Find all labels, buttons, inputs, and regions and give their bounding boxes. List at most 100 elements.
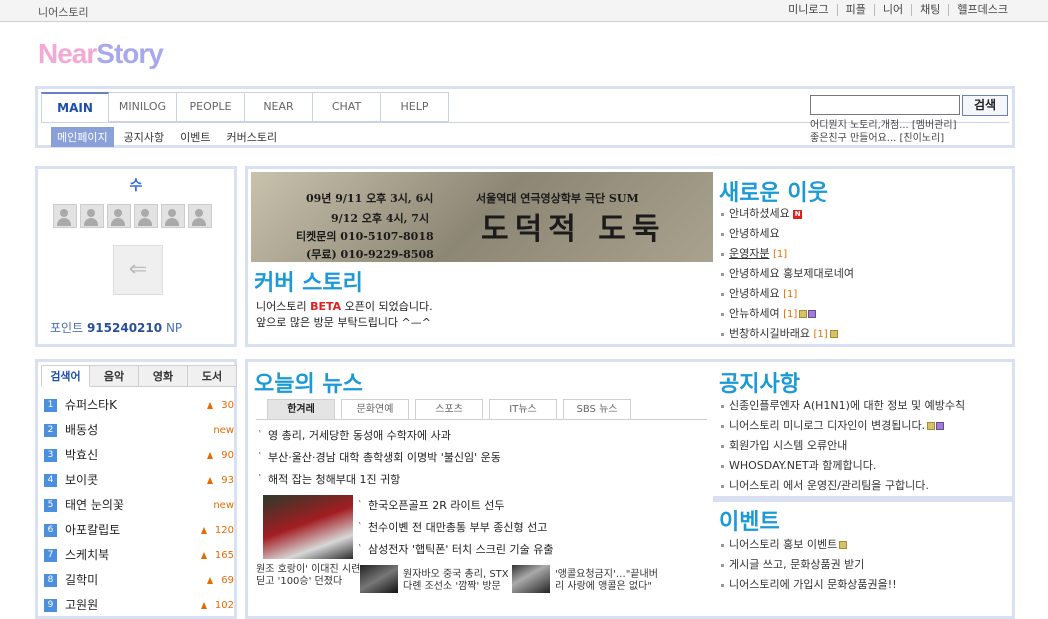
cover-story-title[interactable]: 커버 스토리: [254, 265, 363, 297]
top-link-near[interactable]: 니어: [873, 4, 911, 16]
subnav-cover-story[interactable]: 커버스토리: [220, 127, 283, 147]
ranking-row[interactable]: 4 보이콧 93: [44, 468, 234, 493]
message-icon[interactable]: [134, 204, 158, 228]
cover-banner[interactable]: 09년 9/11 오후 3시, 6시 9/12 오후 4시, 7시 티켓문의 0…: [251, 172, 714, 262]
tab-minilog[interactable]: MINILOG: [109, 92, 177, 122]
list-item[interactable]: 게시글 쓰고, 문화상품권 받기: [719, 555, 897, 575]
news-item[interactable]: 부산·울산·경남 대학 총학생회 이명박 '불신임' 운동: [256, 446, 501, 469]
banner-line: 09년 9/11 오후 3시, 6시: [306, 192, 434, 205]
news-thumbnail[interactable]: [360, 565, 398, 593]
list-item[interactable]: 니어스토리 홍보 이벤트: [719, 535, 897, 555]
tab-culture[interactable]: 문화연예: [341, 399, 409, 419]
people-icon[interactable]: [161, 204, 185, 228]
subnav-main-page[interactable]: 메인페이지: [51, 127, 114, 147]
top-link-people[interactable]: 피플: [836, 4, 874, 16]
photo-caption[interactable]: 원조 호랑이' 이대진 시련 딛고 '100승' 던졌다: [256, 564, 360, 588]
site-logo[interactable]: NearStory: [38, 38, 164, 70]
profile-icon-row: [53, 204, 212, 228]
notice-panel: 공지사항 신종인플루엔자 A(H1N1)에 대한 정보 및 예방수칙 니어스토리…: [713, 359, 1015, 499]
ranking-list: 1 슈퍼스타K 30 2 배동성 new 3 박효신 90 4 보이콧 93 5 태연 눈의꽃 ne…: [44, 393, 234, 618]
ticker-item[interactable]: 좋은친구 만들어요... [친이노리]: [810, 132, 1000, 145]
tab-people[interactable]: PEOPLE: [177, 92, 245, 122]
list-item[interactable]: 신종인플루엔자 A(H1N1)에 대한 정보 및 예방수칙: [719, 396, 965, 416]
news-item[interactable]: 천수이볜 전 대만총통 부부 종신형 선고: [356, 516, 553, 539]
list-item[interactable]: 니어스토리에 가입시 문화상품권을!!: [719, 575, 897, 595]
ranking-row[interactable]: 2 배동성 new: [44, 418, 234, 443]
search-input[interactable]: [810, 95, 960, 115]
top-link-minilog[interactable]: 미니로그: [780, 4, 836, 16]
ranking-row[interactable]: 9 고원원 102: [44, 593, 234, 618]
group-icon[interactable]: [107, 204, 131, 228]
arrow-up-icon: [200, 551, 207, 559]
news-item[interactable]: 삼성전자 '햅틱폰' 터치 스크린 기술 유출: [356, 538, 553, 561]
ranking-row[interactable]: 7 스케치북 165: [44, 543, 234, 568]
nav-tabs: MAIN MINILOG PEOPLE NEAR CHAT HELP: [41, 92, 449, 122]
ranking-row[interactable]: 6 아포칼립토 120: [44, 518, 234, 543]
image-icon: [799, 310, 808, 318]
ranking-panel: 검색어 음악 영화 도서 1 슈퍼스타K 30 2 배동성 new 3 박효신 90 4 보이…: [35, 359, 237, 619]
list-item[interactable]: 안녕하세요: [719, 224, 854, 244]
banner-line: 티켓문의 010-5107-8018: [296, 230, 434, 243]
top-bar: 니어스토리 미니로그 피플 니어 채팅 헬프데스크: [0, 0, 1048, 22]
image-icon: [839, 541, 848, 549]
news-item[interactable]: 해적 잡는 청해부대 1진 귀항: [256, 468, 501, 491]
site-name-link[interactable]: 니어스토리: [38, 4, 89, 20]
news-tabs: 한겨레 문화연예 스포츠 IT뉴스 SBS 뉴스: [267, 399, 631, 419]
list-item[interactable]: 안녀하셨세요 N: [719, 204, 854, 224]
tab-near[interactable]: NEAR: [245, 92, 313, 122]
list-item[interactable]: 회원가입 시스템 오류안내: [719, 436, 965, 456]
subnav-event[interactable]: 이벤트: [174, 127, 216, 147]
tab-books[interactable]: 도서: [188, 365, 237, 387]
search-button[interactable]: 검색: [962, 95, 1008, 116]
mail-icon[interactable]: [188, 204, 212, 228]
banner-line: (무료) 010-9229-8508: [306, 248, 434, 261]
list-item[interactable]: 안뉴하세여 [1]: [719, 304, 854, 324]
arrow-up-icon: [207, 476, 214, 484]
avatar[interactable]: ⇐: [113, 245, 163, 295]
list-item[interactable]: 니어스토리 미니로그 디자인이 변경됩니다.: [719, 416, 965, 436]
tab-sports[interactable]: 스포츠: [415, 399, 483, 419]
ticker-item[interactable]: 어디뭔지 노토리,개점... [멤버관리]: [810, 119, 1000, 132]
tab-search-terms[interactable]: 검색어: [41, 365, 90, 387]
ranking-row[interactable]: 1 슈퍼스타K 30: [44, 393, 234, 418]
top-link-helpdesk[interactable]: 헬프데스크: [948, 4, 1016, 16]
ranking-row[interactable]: 3 박효신 90: [44, 443, 234, 468]
thumbnail-caption[interactable]: 원자바오 중국 총리, STX 다롄 조선소 '깜짝' 방문: [403, 569, 509, 593]
event-title[interactable]: 이벤트: [719, 504, 780, 536]
add-friend-icon[interactable]: [53, 204, 77, 228]
ranking-row[interactable]: 8 길학미 69: [44, 568, 234, 593]
ranking-row[interactable]: 5 태연 눈의꽃 new: [44, 493, 234, 518]
top-link-chat[interactable]: 채팅: [911, 4, 948, 16]
tab-it-news[interactable]: IT뉴스: [489, 399, 557, 419]
news-bottom-list: 한국오픈골프 2R 라이트 선두 천수이볜 전 대만총통 부부 종신형 선고 삼…: [356, 494, 553, 561]
list-item[interactable]: 안녕하세요 [1]: [719, 284, 854, 304]
tab-chat[interactable]: CHAT: [313, 92, 381, 122]
subnav-notice[interactable]: 공지사항: [118, 127, 170, 147]
new-neighbors-title[interactable]: 새로운 이웃: [719, 175, 828, 207]
cover-story-text: 니어스토리 BETA 오픈이 되었습니다. 앞으로 많은 방문 부탁드립니다 ^…: [256, 300, 433, 329]
tab-hankyoreh[interactable]: 한겨레: [267, 399, 335, 419]
notice-title[interactable]: 공지사항: [719, 366, 800, 398]
tab-sbs-news[interactable]: SBS 뉴스: [563, 399, 631, 419]
news-thumbnail[interactable]: [512, 565, 550, 593]
news-item[interactable]: 한국오픈골프 2R 라이트 선두: [356, 494, 553, 517]
tab-movies[interactable]: 영화: [139, 365, 188, 387]
thumbnail-caption[interactable]: '앵콜요청금지'…"끝내버 리 사랑에 앵콜은 없다": [555, 569, 658, 593]
image-icon: [829, 330, 838, 338]
cover-story-panel: 09년 9/11 오후 3시, 6시 9/12 오후 4시, 7시 티켓문의 0…: [245, 166, 718, 347]
list-item[interactable]: 운영자분 [1]: [719, 244, 854, 264]
favorite-friend-icon[interactable]: [80, 204, 104, 228]
news-title[interactable]: 오늘의 뉴스: [254, 366, 363, 398]
points-unit: NP: [165, 321, 183, 335]
list-item[interactable]: 니어스토리 에서 운영진/관리팀을 구합니다.: [719, 476, 965, 496]
tab-main[interactable]: MAIN: [41, 92, 109, 122]
list-item[interactable]: 안녕하세요 홍보제대로네여: [719, 264, 854, 284]
list-item[interactable]: 번창하시길바래요 [1]: [719, 324, 854, 344]
tab-music[interactable]: 음악: [90, 365, 139, 387]
news-photo[interactable]: [263, 495, 353, 559]
list-item[interactable]: WHOSDAY.NET과 함께합니다.: [719, 456, 965, 476]
new-badge: N: [793, 209, 803, 219]
news-item[interactable]: 영 총리, 거세당한 동성애 수학자에 사과: [256, 424, 501, 447]
tab-help[interactable]: HELP: [381, 92, 449, 122]
profile-name[interactable]: 수: [38, 175, 234, 195]
